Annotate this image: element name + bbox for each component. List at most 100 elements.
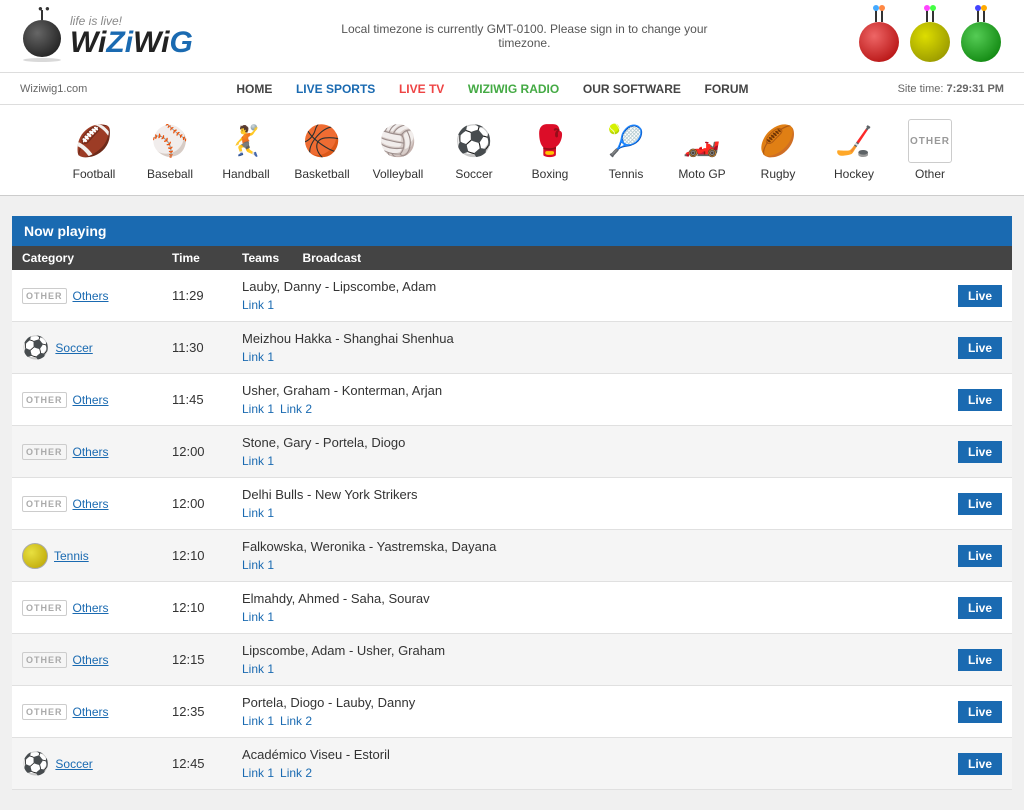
now-playing-bar: Now playing — [12, 216, 1012, 246]
sport-icon-basketball: 🏀 — [300, 119, 344, 163]
team-names: Stone, Gary - Portela, Diogo — [242, 435, 922, 450]
sport-icon-moto gp: 🏎️ — [680, 119, 724, 163]
category-cell: OTHER Others — [22, 600, 172, 616]
broadcast-link[interactable]: Link 2 — [280, 714, 312, 728]
team-names: Lipscombe, Adam - Usher, Graham — [242, 643, 922, 658]
broadcast-link[interactable]: Link 1 — [242, 506, 274, 520]
team-names: Portela, Diogo - Lauby, Danny — [242, 695, 922, 710]
live-button[interactable]: Live — [958, 701, 1002, 723]
broadcast-links: Link 1 Link 2 — [242, 713, 922, 728]
broadcast-link[interactable]: Link 1 — [242, 610, 274, 624]
category-cell: OTHEROthers — [22, 444, 172, 460]
category-label[interactable]: Soccer — [55, 757, 92, 771]
nav-live-sports[interactable]: LIVE SPORTS — [296, 82, 375, 96]
category-label[interactable]: Others — [73, 497, 109, 511]
live-button[interactable]: Live — [958, 285, 1002, 307]
sport-icon-hockey: 🏒 — [832, 119, 876, 163]
live-cell: Live — [922, 337, 1002, 359]
broadcast-links: Link 1 Link 2 — [242, 401, 922, 416]
broadcast-link[interactable]: Link 1 — [242, 558, 274, 572]
broadcast-link[interactable]: Link 1 — [242, 350, 274, 364]
teams-cell: Lipscombe, Adam - Usher, Graham Link 1 — [242, 643, 922, 676]
live-button[interactable]: Live — [958, 753, 1002, 775]
table-row: OTHEROthers11:29Lauby, Danny - Lipscombe… — [12, 270, 1012, 322]
broadcast-link[interactable]: Link 1 — [242, 662, 274, 676]
sport-item-basketball[interactable]: 🏀Basketball — [286, 113, 358, 187]
category-cell: ⚽Soccer — [22, 335, 172, 361]
sport-icon-volleyball: 🏐 — [376, 119, 420, 163]
teams-cell: Meizhou Hakka - Shanghai Shenhua Link 1 — [242, 331, 922, 364]
live-cell: Live — [922, 441, 1002, 463]
nav-live-tv[interactable]: LIVE TV — [399, 82, 444, 96]
team-names: Elmahdy, Ahmed - Saha, Sourav — [242, 591, 922, 606]
live-button[interactable]: Live — [958, 493, 1002, 515]
sport-item-soccer[interactable]: ⚽Soccer — [438, 113, 510, 187]
sport-item-tennis[interactable]: 🎾Tennis — [590, 113, 662, 187]
table-row: OTHEROthers11:45Usher, Graham - Konterma… — [12, 374, 1012, 426]
category-label[interactable]: Others — [73, 289, 109, 303]
category-label[interactable]: Others — [73, 445, 109, 459]
nav-software[interactable]: OUR SOFTWARE — [583, 82, 681, 96]
nav-radio[interactable]: WIZIWIG RADIO — [468, 82, 559, 96]
sport-item-baseball[interactable]: ⚾Baseball — [134, 113, 206, 187]
sport-item-volleyball[interactable]: 🏐Volleyball — [362, 113, 434, 187]
nav-forum[interactable]: FORUM — [704, 82, 748, 96]
nav-home[interactable]: HOME — [236, 82, 272, 96]
broadcast-link[interactable]: Link 1 — [242, 714, 274, 728]
nav-bar: HOME LIVE SPORTS LIVE TV WIZIWIG RADIO O… — [226, 73, 758, 104]
live-button[interactable]: Live — [958, 597, 1002, 619]
table-row: OTHEROthers12:35Portela, Diogo - Lauby, … — [12, 686, 1012, 738]
time-cell: 11:45 — [172, 392, 242, 407]
events-table: OTHEROthers11:29Lauby, Danny - Lipscombe… — [12, 270, 1012, 790]
sport-item-boxing[interactable]: 🥊Boxing — [514, 113, 586, 187]
broadcast-link[interactable]: Link 2 — [280, 402, 312, 416]
broadcast-link[interactable]: Link 1 — [242, 454, 274, 468]
sport-item-motogp[interactable]: 🏎️ Moto GP — [666, 113, 738, 187]
teams-cell: Falkowska, Weronika - Yastremska, Dayana… — [242, 539, 922, 572]
broadcast-link[interactable]: Link 2 — [280, 766, 312, 780]
live-button[interactable]: Live — [958, 441, 1002, 463]
category-cell: ⚽ Soccer — [22, 751, 172, 777]
sport-item-football[interactable]: 🏈Football — [58, 113, 130, 187]
other-category-icon: OTHER — [22, 704, 67, 720]
team-names: Delhi Bulls - New York Strikers — [242, 487, 922, 502]
sport-label: Moto GP — [678, 167, 725, 181]
sport-item-rugby[interactable]: 🏉Rugby — [742, 113, 814, 187]
team-names: Falkowska, Weronika - Yastremska, Dayana — [242, 539, 922, 554]
sport-icon-tennis: 🎾 — [604, 119, 648, 163]
category-label[interactable]: Soccer — [55, 341, 92, 355]
sport-item-handball[interactable]: 🤾Handball — [210, 113, 282, 187]
live-button[interactable]: Live — [958, 337, 1002, 359]
other-category-icon: OTHER — [22, 600, 67, 616]
category-label[interactable]: Others — [73, 393, 109, 407]
category-label[interactable]: Others — [73, 601, 109, 615]
sport-icon-rugby: 🏉 — [756, 119, 800, 163]
sport-item-hockey[interactable]: 🏒Hockey — [818, 113, 890, 187]
broadcast-link[interactable]: Link 1 — [242, 766, 274, 780]
live-button[interactable]: Live — [958, 649, 1002, 671]
sports-bar: 🏈Football⚾Baseball🤾Handball🏀Basketball🏐V… — [0, 105, 1024, 196]
broadcast-links: Link 1 — [242, 349, 922, 364]
time-cell: 12:10 — [172, 600, 242, 615]
live-button[interactable]: Live — [958, 545, 1002, 567]
table-row: ⚽Soccer12:45Académico Viseu - EstorilLin… — [12, 738, 1012, 790]
broadcast-links: Link 1 — [242, 297, 922, 312]
live-cell: Live — [922, 701, 1002, 723]
sport-item-other[interactable]: OTHEROther — [894, 113, 966, 187]
broadcast-link[interactable]: Link 1 — [242, 298, 274, 312]
broadcast-link[interactable]: Link 1 — [242, 402, 274, 416]
category-cell: OTHEROthers — [22, 496, 172, 512]
sport-label: Handball — [222, 167, 269, 181]
time-cell: 11:29 — [172, 288, 242, 303]
soccer-ball-icon: ⚽ — [22, 751, 49, 777]
live-button[interactable]: Live — [958, 389, 1002, 411]
broadcast-links: Link 1 — [242, 505, 922, 520]
category-label[interactable]: Others — [73, 653, 109, 667]
teams-cell: Delhi Bulls - New York Strikers Link 1 — [242, 487, 922, 520]
category-cell: OTHEROthers — [22, 288, 172, 304]
live-cell: Live — [922, 753, 1002, 775]
team-names: Meizhou Hakka - Shanghai Shenhua — [242, 331, 922, 346]
category-label[interactable]: Others — [73, 705, 109, 719]
broadcast-links: Link 1 — [242, 661, 922, 676]
category-label[interactable]: Tennis — [54, 549, 89, 563]
